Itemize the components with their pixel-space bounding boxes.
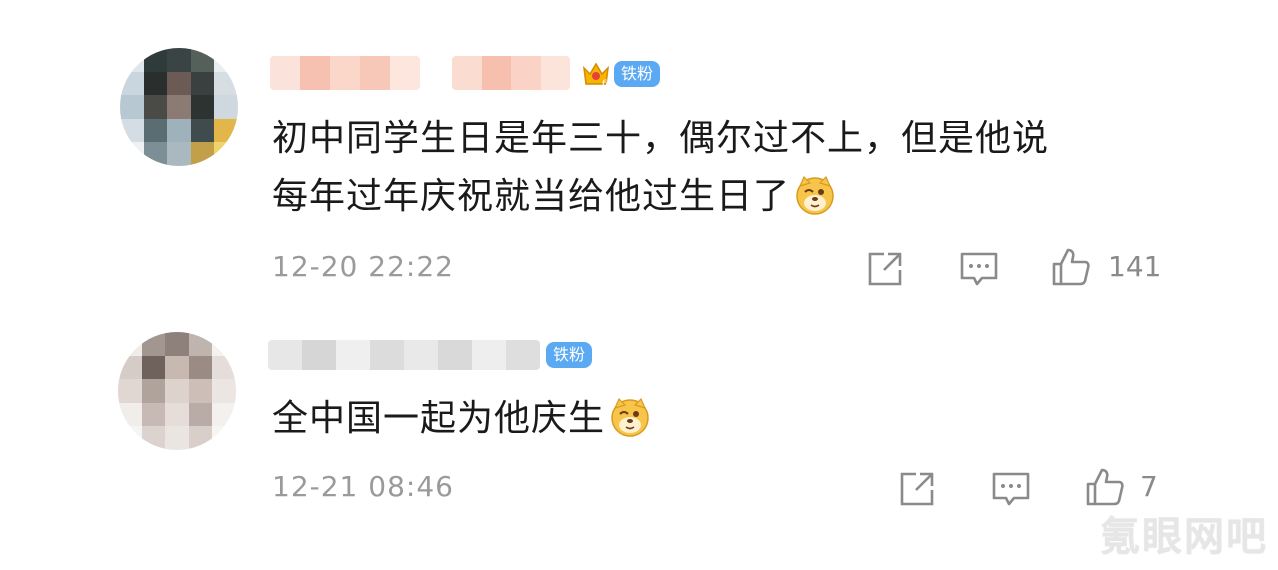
doge-emoji-icon	[796, 175, 834, 215]
comment-time: 12-20 22:22	[272, 250, 454, 283]
comment-item: 6 铁粉 初中同学生日是年三十，偶尔过不上，但是他说 每年过年庆祝就当给他过生日…	[0, 0, 1278, 310]
crown-level-icon: 6	[582, 62, 610, 89]
doge-emoji-icon	[611, 397, 649, 437]
comment-text-line: 全中国一起为他庆生	[272, 398, 606, 439]
share-icon[interactable]	[864, 248, 906, 290]
comment-item: 铁粉 全中国一起为他庆生 12-21 08:46 7	[0, 310, 1278, 570]
username-blurred[interactable]	[452, 56, 570, 90]
like-thumb-icon[interactable]	[1050, 246, 1092, 288]
fan-badge: 铁粉	[546, 342, 593, 368]
reply-comment-icon[interactable]	[958, 248, 1000, 290]
svg-text:6: 6	[602, 79, 608, 89]
like-count: 141	[1108, 250, 1162, 283]
username-blurred[interactable]	[268, 340, 540, 370]
share-icon[interactable]	[896, 468, 938, 510]
username-blurred[interactable]	[270, 56, 420, 90]
reply-comment-icon[interactable]	[990, 468, 1032, 510]
like-thumb-icon[interactable]	[1084, 466, 1126, 508]
comment-text: 全中国一起为他庆生	[272, 390, 651, 448]
comment-time: 12-21 08:46	[272, 470, 454, 503]
like-count: 7	[1140, 470, 1158, 503]
avatar[interactable]	[120, 48, 238, 166]
watermark: 氪眼网吧	[1100, 514, 1268, 560]
fan-badge-group: 6 铁粉	[580, 58, 661, 90]
comment-text-line: 初中同学生日是年三十，偶尔过不上，但是他说	[272, 118, 1050, 159]
fan-badge: 铁粉	[614, 61, 661, 87]
fan-badge-group: 铁粉	[546, 342, 593, 368]
avatar[interactable]	[118, 332, 236, 450]
comment-text-line: 每年过年庆祝就当给他过生日了	[272, 176, 791, 217]
comment-text: 初中同学生日是年三十，偶尔过不上，但是他说 每年过年庆祝就当给他过生日了	[272, 110, 1049, 226]
